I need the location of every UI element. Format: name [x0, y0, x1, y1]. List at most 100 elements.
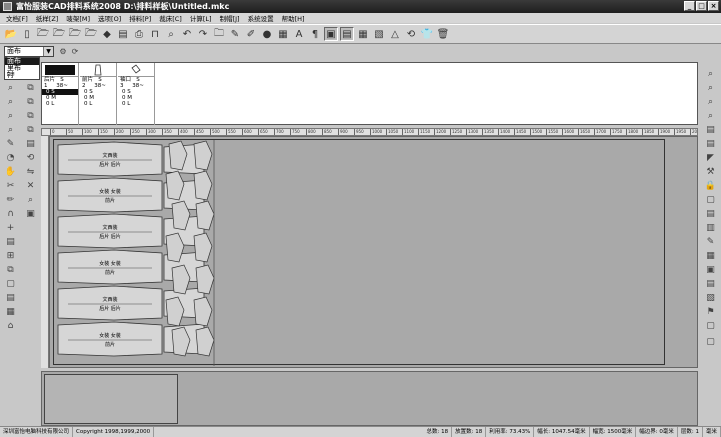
frame-right-icon[interactable]: ▣ — [704, 264, 717, 277]
lock-icon[interactable]: 🔒 — [704, 180, 717, 193]
zoom-icon[interactable]: ⌕ — [704, 68, 717, 81]
edit-icon[interactable]: ✎ — [704, 236, 717, 249]
open-folder-2-icon[interactable]: 🗁 — [36, 27, 50, 41]
settings-small-icon[interactable]: ⚙ — [58, 47, 68, 57]
sleeve-piece[interactable] — [193, 232, 213, 263]
tools-icon[interactable]: ⚒ — [704, 166, 717, 179]
undo-icon[interactable]: ↶ — [180, 27, 194, 41]
lens-icon[interactable]: ⌕ — [24, 194, 37, 206]
grid-2-icon[interactable]: ▦ — [4, 306, 17, 318]
panel-icon[interactable]: ▢ — [704, 194, 717, 207]
close-button[interactable]: × — [708, 1, 719, 11]
sleeve-piece[interactable] — [195, 264, 215, 295]
grid-icon[interactable]: ▦ — [276, 27, 290, 41]
preview-icon[interactable]: ⌕ — [164, 27, 178, 41]
open-folder-3-icon[interactable]: 🗁 — [52, 27, 66, 41]
delete-icon[interactable]: 🗑 — [436, 27, 450, 41]
table-icon[interactable]: ▦ — [356, 27, 370, 41]
fabric-type-select[interactable]: 面布 ▼ — [4, 46, 54, 57]
sleeve-piece[interactable] — [193, 296, 213, 327]
cut-line-icon[interactable]: ⊞ — [4, 250, 17, 262]
stack-2-icon[interactable]: ▤ — [4, 292, 17, 304]
view-mode-2-icon[interactable]: ▤ — [340, 27, 354, 41]
text-icon[interactable]: A — [292, 27, 306, 41]
marker-canvas[interactable]: 文西装 后片 后片 女装 女装 前片 文西装 后片 后片 女装 女装 前片 文西装 后片 后片 女装… — [49, 136, 698, 368]
layer-icon[interactable]: ▦ — [704, 250, 717, 263]
car-2-icon[interactable]: ▤ — [704, 138, 717, 151]
piece-card[interactable]: 后片 S 1 38~ 0 S 0 M 0 L — [42, 63, 79, 125]
shape-icon[interactable]: ◆ — [100, 27, 114, 41]
menu-system-settings[interactable]: 系统设置 — [244, 13, 278, 23]
zoom-page-icon[interactable]: ⌕ — [4, 124, 17, 136]
open-folder-4-icon[interactable]: 🗁 — [68, 27, 82, 41]
plus-icon[interactable]: + — [4, 222, 17, 234]
zoom-out-icon[interactable]: ⌕ — [4, 96, 17, 108]
triangle-icon[interactable]: △ — [388, 27, 402, 41]
piece-card[interactable]: 袖口 S 3 38~ 0 S 0 M 0 L — [118, 63, 155, 125]
chevron-down-icon[interactable]: ▼ — [43, 47, 53, 56]
zoom-out-right-icon[interactable]: ⌕ — [704, 96, 717, 109]
plot-icon[interactable]: ⊓ — [148, 27, 162, 41]
menu-options[interactable]: 选项[O] — [94, 13, 125, 23]
copy-icon[interactable]: ⧉ — [24, 82, 37, 94]
menu-calculate[interactable]: 计算[L] — [186, 13, 216, 23]
maximize-button[interactable]: □ — [696, 1, 707, 11]
minimize-button[interactable]: _ — [684, 1, 695, 11]
scissors-icon[interactable]: ✂ — [4, 180, 17, 192]
arc-icon[interactable]: ∩ — [4, 208, 17, 220]
redo-icon[interactable]: ↷ — [196, 27, 210, 41]
zoom-in-icon[interactable]: ⌕ — [4, 82, 17, 94]
pattern-tool-icon[interactable]: ✐ — [244, 27, 258, 41]
pattern-icon[interactable]: ⧉ — [24, 124, 37, 136]
mirror-icon[interactable]: ⧉ — [4, 264, 17, 276]
menu-help[interactable]: 帮助[H] — [278, 13, 309, 23]
circle-icon[interactable]: ● — [260, 27, 274, 41]
menu-hat[interactable]: 制帽[J] — [216, 13, 244, 23]
select-icon[interactable]: ▭ — [4, 68, 17, 80]
sleeve-piece[interactable] — [193, 170, 213, 201]
sleeve-piece[interactable] — [195, 326, 215, 357]
folder-icon[interactable]: 🗀 — [212, 27, 226, 41]
page-icon[interactable]: ▤ — [704, 208, 717, 221]
menu-marker[interactable]: 唛架[M] — [62, 13, 94, 23]
zoom-in-right-icon[interactable]: ⌕ — [704, 82, 717, 95]
move-icon[interactable]: ⧉ — [24, 96, 37, 108]
print-icon[interactable]: ⎙ — [132, 27, 146, 41]
piece-card[interactable]: 前片 S 2 38~ 0 S 0 M 0 L — [80, 63, 117, 125]
scan-icon[interactable]: ▧ — [704, 292, 717, 305]
sheet-icon[interactable]: ▤ — [704, 278, 717, 291]
doc-icon[interactable]: ▥ — [704, 222, 717, 235]
home-icon[interactable]: ⌂ — [4, 320, 17, 332]
rotate-icon[interactable]: ⟲ — [404, 27, 418, 41]
brush-icon[interactable]: ✎ — [4, 138, 17, 150]
image-icon[interactable]: ▣ — [24, 208, 37, 220]
zoom-fit-right-icon[interactable]: ⌕ — [704, 110, 717, 123]
stack-icon[interactable]: ▤ — [24, 138, 37, 150]
frame-icon[interactable]: ▢ — [4, 278, 17, 290]
flag-icon[interactable]: ⚑ — [704, 306, 717, 319]
layers-icon[interactable]: ▤ — [4, 236, 17, 248]
import-icon[interactable]: 🗁 — [84, 27, 98, 41]
marker-layout[interactable]: 文西装后片 后片女装 女装前片文西装后片 后片女装 女装前片文西装后片 后片女装… — [54, 140, 666, 366]
shirt-icon[interactable]: 👕 — [420, 27, 434, 41]
car-icon[interactable]: ▤ — [704, 124, 717, 137]
refresh-small-icon[interactable]: ⟳ — [70, 47, 80, 57]
hand-icon[interactable]: ✋ — [4, 166, 17, 178]
menu-pattern[interactable]: 纸样[Z] — [32, 13, 63, 23]
zoom-area-icon[interactable]: ▧ — [372, 27, 386, 41]
align-icon[interactable]: ⧉ — [24, 110, 37, 122]
pattern-edit-icon[interactable]: ✎ — [228, 27, 242, 41]
cross-icon[interactable]: ✕ — [24, 180, 37, 192]
new-document-icon[interactable]: ▯ — [20, 27, 34, 41]
sleeve-piece[interactable] — [193, 140, 213, 171]
sleeve-piece[interactable] — [195, 200, 215, 231]
menu-file[interactable]: 文档[F] — [2, 13, 32, 23]
box-2-icon[interactable]: ▢ — [704, 336, 717, 349]
pencil-icon[interactable]: ✏ — [4, 194, 17, 206]
menu-cutting[interactable]: 裁床[C] — [155, 13, 186, 23]
view-mode-1-icon[interactable]: ▣ — [324, 27, 338, 41]
flip-icon[interactable]: ⇋ — [24, 166, 37, 178]
menu-layout[interactable]: 排料[P] — [125, 13, 155, 23]
staging-area[interactable] — [41, 371, 698, 426]
box-icon[interactable]: ▢ — [704, 320, 717, 333]
